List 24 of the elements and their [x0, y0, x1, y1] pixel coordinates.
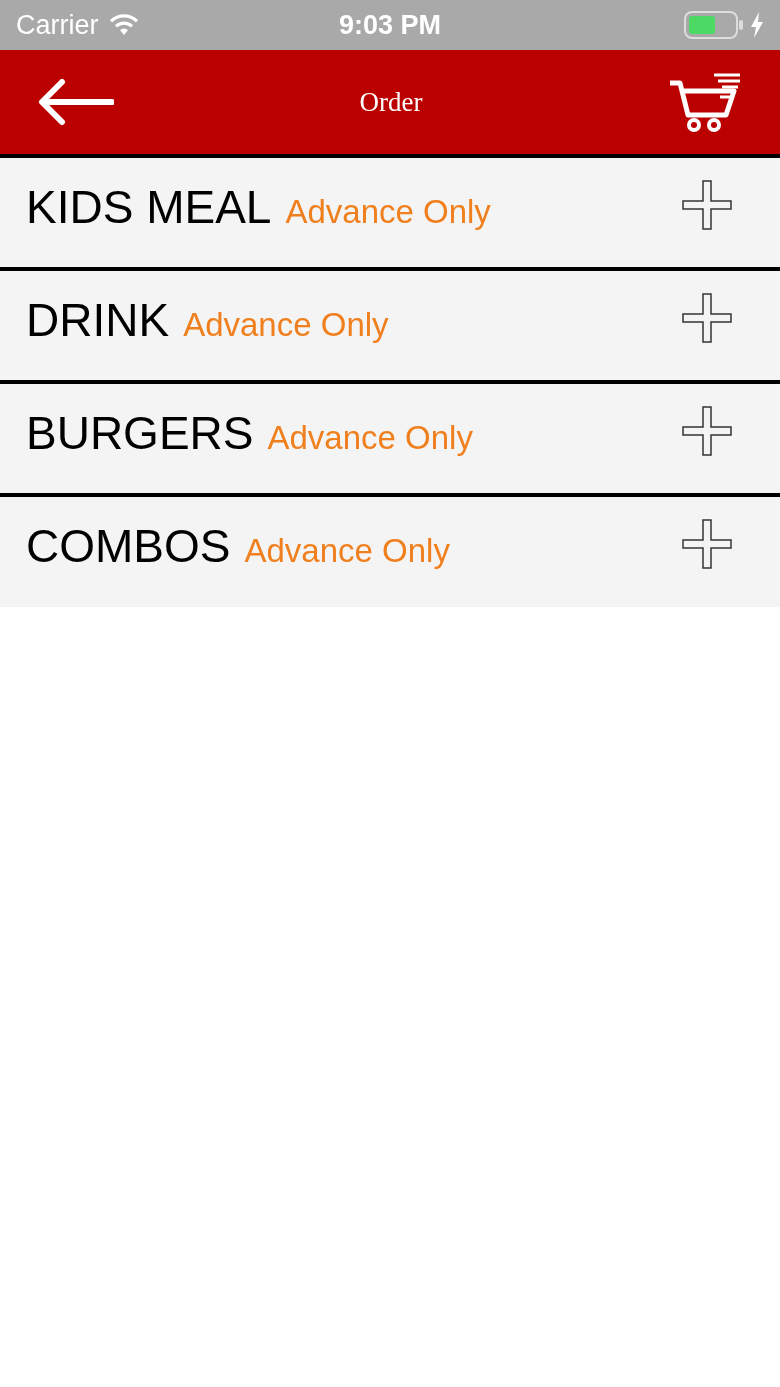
- plus-icon[interactable]: [682, 519, 732, 569]
- availability-note: Advance Only: [244, 532, 450, 570]
- category-name: DRINK: [26, 293, 170, 347]
- plus-icon[interactable]: [682, 293, 732, 343]
- availability-note: Advance Only: [267, 419, 473, 457]
- page-title: Order: [359, 86, 423, 118]
- charging-icon: [750, 12, 764, 38]
- availability-note: Advance Only: [183, 306, 389, 344]
- battery-icon: [684, 11, 744, 39]
- category-row[interactable]: DRINK Advance Only: [0, 271, 780, 384]
- availability-note: Advance Only: [285, 193, 491, 231]
- plus-icon[interactable]: [682, 180, 732, 230]
- category-row[interactable]: BURGERS Advance Only: [0, 384, 780, 497]
- back-arrow-icon[interactable]: [38, 79, 114, 125]
- carrier-name: Carrier: [16, 9, 99, 41]
- status-time: 9:03 PM: [339, 9, 441, 41]
- category-name: COMBOS: [26, 519, 231, 573]
- category-name: KIDS MEAL: [26, 180, 272, 234]
- plus-icon[interactable]: [682, 406, 732, 456]
- category-row[interactable]: KIDS MEAL Advance Only: [0, 158, 780, 271]
- category-name: BURGERS: [26, 406, 254, 460]
- wifi-icon: [108, 14, 139, 36]
- cart-icon[interactable]: [668, 71, 742, 133]
- category-row[interactable]: COMBOS Advance Only: [0, 497, 780, 607]
